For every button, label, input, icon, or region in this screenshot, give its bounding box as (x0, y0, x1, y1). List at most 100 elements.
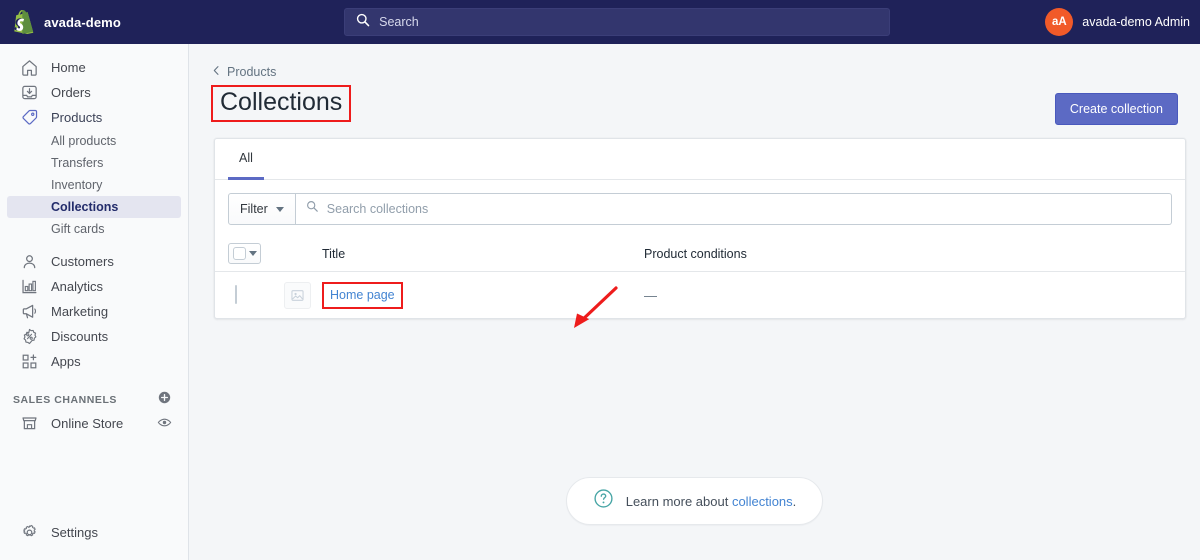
chevron-down-icon[interactable] (249, 251, 257, 256)
breadcrumb[interactable]: Products (211, 65, 1200, 79)
sidebar-item-label: Orders (51, 85, 91, 100)
select-all-cell (228, 243, 284, 264)
online-store-group: Online Store (20, 414, 123, 433)
shopify-admin-window: avada-demo Search aA avada-demo Admin (0, 0, 1200, 560)
marketing-megaphone-icon (20, 302, 39, 321)
table-header: Title Product conditions (215, 236, 1185, 272)
chevron-left-icon (211, 65, 222, 79)
sidebar-item-all-products[interactable]: All products (7, 130, 181, 152)
sidebar-item-collections[interactable]: Collections (7, 196, 181, 218)
column-label: Title (322, 247, 345, 261)
sidebar-item-inventory[interactable]: Inventory (7, 174, 181, 196)
sidebar-subitem-label: Collections (51, 200, 118, 214)
checkbox-dropdown-icon[interactable] (228, 243, 261, 264)
page-title: Collections (220, 88, 342, 117)
brand-home-link[interactable]: avada-demo (0, 0, 189, 44)
sidebar-item-transfers[interactable]: Transfers (7, 152, 181, 174)
global-search-input[interactable]: Search (344, 8, 890, 36)
sales-channels-header: SALES CHANNELS (0, 389, 188, 411)
plus-circle-icon[interactable] (157, 390, 172, 410)
sidebar-item-label: Home (51, 60, 86, 75)
sales-channels-title: SALES CHANNELS (13, 394, 117, 406)
help-text-after: . (793, 494, 797, 509)
sidebar-item-analytics[interactable]: Analytics (7, 274, 181, 299)
page-header: Collections Create collection (211, 85, 1178, 125)
help-pill: Learn more about collections. (566, 477, 824, 525)
settings-container: Settings (0, 520, 188, 545)
products-tag-icon (20, 108, 39, 127)
sidebar-item-label: Discounts (51, 329, 108, 344)
row-title-cell: Home page (284, 282, 644, 309)
column-header-product-conditions: Product conditions (644, 245, 1172, 263)
admin-label: avada-demo Admin (1082, 15, 1190, 29)
main-content: Products Collections Create collection A… (189, 44, 1200, 560)
sidebar-item-gift-cards[interactable]: Gift cards (7, 218, 181, 240)
row-title-annotation-box: Home page (322, 282, 403, 309)
help-text: Learn more about collections. (626, 494, 797, 509)
collections-help-link[interactable]: collections (732, 494, 793, 509)
sidebar: Home Orders (0, 44, 189, 560)
sidebar-nav: Home Orders (0, 44, 188, 436)
sidebar-item-label: Online Store (51, 416, 123, 431)
gear-icon (20, 523, 39, 542)
sidebar-item-label: Settings (51, 525, 98, 540)
account-menu[interactable]: aA avada-demo Admin (1045, 8, 1200, 36)
sidebar-item-online-store[interactable]: Online Store (7, 411, 181, 436)
sidebar-item-apps[interactable]: Apps (7, 349, 181, 374)
sidebar-subitem-label: Inventory (51, 178, 102, 192)
sidebar-item-label: Apps (51, 354, 81, 369)
create-collection-button[interactable]: Create collection (1055, 93, 1178, 125)
orders-inbox-icon (20, 83, 39, 102)
sidebar-item-label: Products (51, 110, 102, 125)
sidebar-item-label: Customers (51, 254, 114, 269)
sidebar-item-discounts[interactable]: Discounts (7, 324, 181, 349)
column-label: Product conditions (644, 247, 747, 261)
analytics-bars-icon (20, 277, 39, 296)
row-product-conditions: — (644, 288, 1172, 303)
sidebar-item-marketing[interactable]: Marketing (7, 299, 181, 324)
home-icon (20, 58, 39, 77)
column-header-title: Title (284, 245, 644, 263)
collections-card: All Filter Search collections (214, 138, 1186, 319)
collection-title-link[interactable]: Home page (330, 288, 395, 302)
customer-person-icon (20, 252, 39, 271)
eye-icon[interactable] (157, 415, 172, 433)
tabs: All (215, 139, 1185, 180)
filter-button[interactable]: Filter (228, 193, 296, 225)
checkbox-icon[interactable] (233, 247, 246, 260)
global-search-container: Search (189, 8, 1045, 36)
sidebar-subitem-label: Gift cards (51, 222, 105, 236)
sidebar-item-orders[interactable]: Orders (7, 80, 181, 105)
filter-row: Filter Search collections (215, 180, 1185, 236)
global-search-placeholder: Search (379, 15, 419, 29)
sidebar-subitem-label: All products (51, 134, 116, 148)
search-icon (356, 13, 370, 32)
question-circle-icon (593, 488, 614, 514)
page-title-annotation-box: Collections (211, 85, 351, 122)
avatar: aA (1045, 8, 1073, 36)
image-placeholder-icon (284, 282, 311, 309)
chevron-down-icon (276, 207, 284, 212)
discount-percent-icon (20, 327, 39, 346)
tab-label: All (239, 151, 253, 165)
sidebar-item-products[interactable]: Products (7, 105, 181, 130)
apps-grid-icon (20, 352, 39, 371)
store-name: avada-demo (44, 15, 121, 30)
row-select-cell (228, 286, 284, 304)
checkbox-icon[interactable] (235, 285, 237, 304)
sidebar-item-customers[interactable]: Customers (7, 249, 181, 274)
tab-all[interactable]: All (228, 139, 264, 180)
search-collections-input[interactable]: Search collections (296, 193, 1172, 225)
sidebar-item-home[interactable]: Home (7, 55, 181, 80)
sidebar-item-label: Analytics (51, 279, 103, 294)
online-store-icon (20, 414, 39, 433)
breadcrumb-label: Products (227, 65, 276, 79)
sidebar-subitem-label: Transfers (51, 156, 103, 170)
search-collections-placeholder: Search collections (327, 202, 428, 216)
shopify-bag-icon (13, 10, 35, 34)
sidebar-item-label: Marketing (51, 304, 108, 319)
table-row[interactable]: Home page — (215, 272, 1185, 318)
sidebar-item-settings[interactable]: Settings (7, 520, 181, 545)
search-icon (306, 200, 319, 218)
top-bar: avada-demo Search aA avada-demo Admin (0, 0, 1200, 44)
